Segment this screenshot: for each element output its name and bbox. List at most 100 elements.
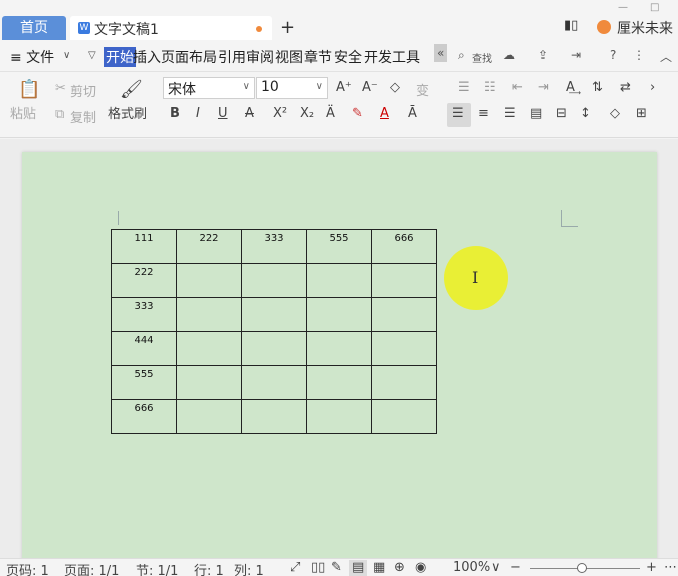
sort-icon[interactable]: ⇅ <box>592 80 603 95</box>
home-tab[interactable]: 首页 <box>2 16 66 40</box>
share-icon[interactable]: ⇪ <box>538 48 548 62</box>
table-cell[interactable] <box>241 399 307 434</box>
table-cell[interactable] <box>306 263 372 298</box>
justify-icon[interactable]: ▤ <box>530 106 542 121</box>
table-cell[interactable]: 555 <box>111 365 177 400</box>
table-cell[interactable] <box>306 331 372 366</box>
help-button[interactable]: ? <box>610 48 616 62</box>
file-menu-dropdown-icon[interactable]: ∨ <box>63 50 70 61</box>
table-cell[interactable] <box>306 365 372 400</box>
table-cell[interactable] <box>241 263 307 298</box>
tab-home[interactable]: 开始 <box>104 47 136 67</box>
search-label[interactable]: 查找 <box>472 50 492 65</box>
paste-button[interactable]: 粘贴 <box>10 103 36 122</box>
superscript-button[interactable]: X² <box>273 106 287 121</box>
cloud-sync-icon[interactable]: ☁ <box>503 48 515 62</box>
font-name-select[interactable]: 宋体 ∨ <box>163 77 255 99</box>
table-cell[interactable] <box>371 263 437 298</box>
zoom-out-button[interactable]: − <box>510 560 521 575</box>
scroll-right-icon[interactable]: › <box>650 80 655 95</box>
file-menu[interactable]: ≡ 文件 <box>10 47 54 67</box>
copy-icon[interactable]: ⧉ <box>55 107 64 122</box>
borders-icon[interactable]: ⊞ <box>636 106 647 121</box>
format-painter-button[interactable]: 格式刷 <box>108 103 147 122</box>
status-more-icon[interactable]: ⋯ <box>664 560 677 575</box>
table-cell[interactable]: 222 <box>176 229 242 264</box>
table-cell[interactable]: 666 <box>371 229 437 264</box>
collapse-ribbon-icon[interactable]: ︿ <box>660 48 672 65</box>
zoom-level[interactable]: 100% <box>453 560 490 575</box>
tab-view[interactable]: 视图 <box>275 47 303 67</box>
subscript-button[interactable]: X₂ <box>300 106 314 121</box>
tab-chapter[interactable]: 章节 <box>304 47 332 67</box>
align-right-icon[interactable]: ☰ <box>504 106 516 121</box>
table-cell[interactable] <box>241 297 307 332</box>
strikethrough-button[interactable]: A <box>245 106 254 121</box>
line-spacing-icon[interactable]: ↕ <box>580 106 591 121</box>
read-mode-icon[interactable]: ▯▯ <box>311 560 325 575</box>
page-view-icon[interactable]: ▤ <box>352 560 364 575</box>
table-cell[interactable]: 222 <box>111 263 177 298</box>
table-cell[interactable] <box>176 331 242 366</box>
table-cell[interactable] <box>371 331 437 366</box>
show-marks-icon[interactable]: ⇄ <box>620 80 631 95</box>
table-cell[interactable]: 444 <box>111 331 177 366</box>
table-cell[interactable] <box>241 365 307 400</box>
text-effect-icon[interactable]: Ä <box>326 106 335 121</box>
underline-button[interactable]: U <box>218 106 228 121</box>
menu-more-icon[interactable]: ▽ <box>88 50 96 61</box>
status-page-number[interactable]: 页码: 1 <box>6 560 49 576</box>
shading-icon[interactable]: ◇ <box>610 106 620 121</box>
cut-button[interactable]: 剪切 <box>70 81 96 100</box>
bold-button[interactable]: B <box>170 106 180 121</box>
format-painter-icon[interactable]: 🖌 <box>120 79 143 100</box>
maximize-button[interactable]: □ <box>650 2 659 13</box>
highlight-icon[interactable]: ✎ <box>352 106 363 121</box>
cut-icon[interactable]: ✂ <box>55 81 66 96</box>
tab-review[interactable]: 审阅 <box>246 47 274 67</box>
table-cell[interactable] <box>371 297 437 332</box>
table-cell[interactable]: 666 <box>111 399 177 434</box>
eye-protect-icon[interactable]: ◉ <box>415 560 426 575</box>
search-icon[interactable]: ⌕ <box>458 48 465 63</box>
user-name[interactable]: 厘米未来 <box>617 18 673 38</box>
table-cell[interactable]: 333 <box>241 229 307 264</box>
copy-button[interactable]: 复制 <box>70 107 96 126</box>
table-cell[interactable] <box>176 297 242 332</box>
table-cell[interactable]: 333 <box>111 297 177 332</box>
increase-indent-icon[interactable]: ⇥ <box>538 80 549 95</box>
new-tab-button[interactable]: + <box>280 17 295 38</box>
tab-developer[interactable]: 开发工具 <box>364 47 420 67</box>
paste-icon[interactable]: 📋 <box>18 79 40 100</box>
pinyin-button[interactable]: 变 <box>416 80 429 99</box>
more-options-icon[interactable]: ⋮ <box>633 48 645 62</box>
font-shrink-button[interactable]: A⁻ <box>362 80 378 95</box>
tab-references[interactable]: 引用 <box>218 47 246 67</box>
table-cell[interactable] <box>176 365 242 400</box>
table-cell[interactable]: 555 <box>306 229 372 264</box>
tab-insert[interactable]: 插入 <box>133 47 161 67</box>
font-color-icon[interactable]: A <box>380 106 389 121</box>
zoom-slider-handle[interactable] <box>577 563 587 573</box>
user-avatar[interactable] <box>597 20 611 34</box>
italic-button[interactable]: I <box>196 106 200 121</box>
font-grow-button[interactable]: A⁺ <box>336 80 352 95</box>
chinese-layout-icon[interactable]: A͢ <box>566 80 575 95</box>
bullet-list-icon[interactable]: ☰ <box>458 80 470 95</box>
tab-security[interactable]: 安全 <box>334 47 362 67</box>
align-center-icon[interactable]: ≡ <box>478 106 489 121</box>
table-cell[interactable] <box>176 399 242 434</box>
table-cell[interactable] <box>371 399 437 434</box>
export-icon[interactable]: ⇥ <box>571 48 581 62</box>
distribute-icon[interactable]: ⊟ <box>556 106 567 121</box>
align-left-icon[interactable]: ☰ <box>452 106 464 121</box>
document-tab[interactable]: W 文字文稿1 <box>70 16 272 40</box>
edit-mode-icon[interactable]: ✎ <box>331 560 342 575</box>
char-shading-icon[interactable]: Ā <box>408 106 417 121</box>
fullscreen-icon[interactable]: ⤢ <box>290 560 300 575</box>
menu-scroll-button[interactable]: « <box>434 44 448 62</box>
table-cell[interactable] <box>176 263 242 298</box>
table-cell[interactable] <box>371 365 437 400</box>
tab-page-layout[interactable]: 页面布局 <box>161 47 217 67</box>
table-cell[interactable]: 111 <box>111 229 177 264</box>
